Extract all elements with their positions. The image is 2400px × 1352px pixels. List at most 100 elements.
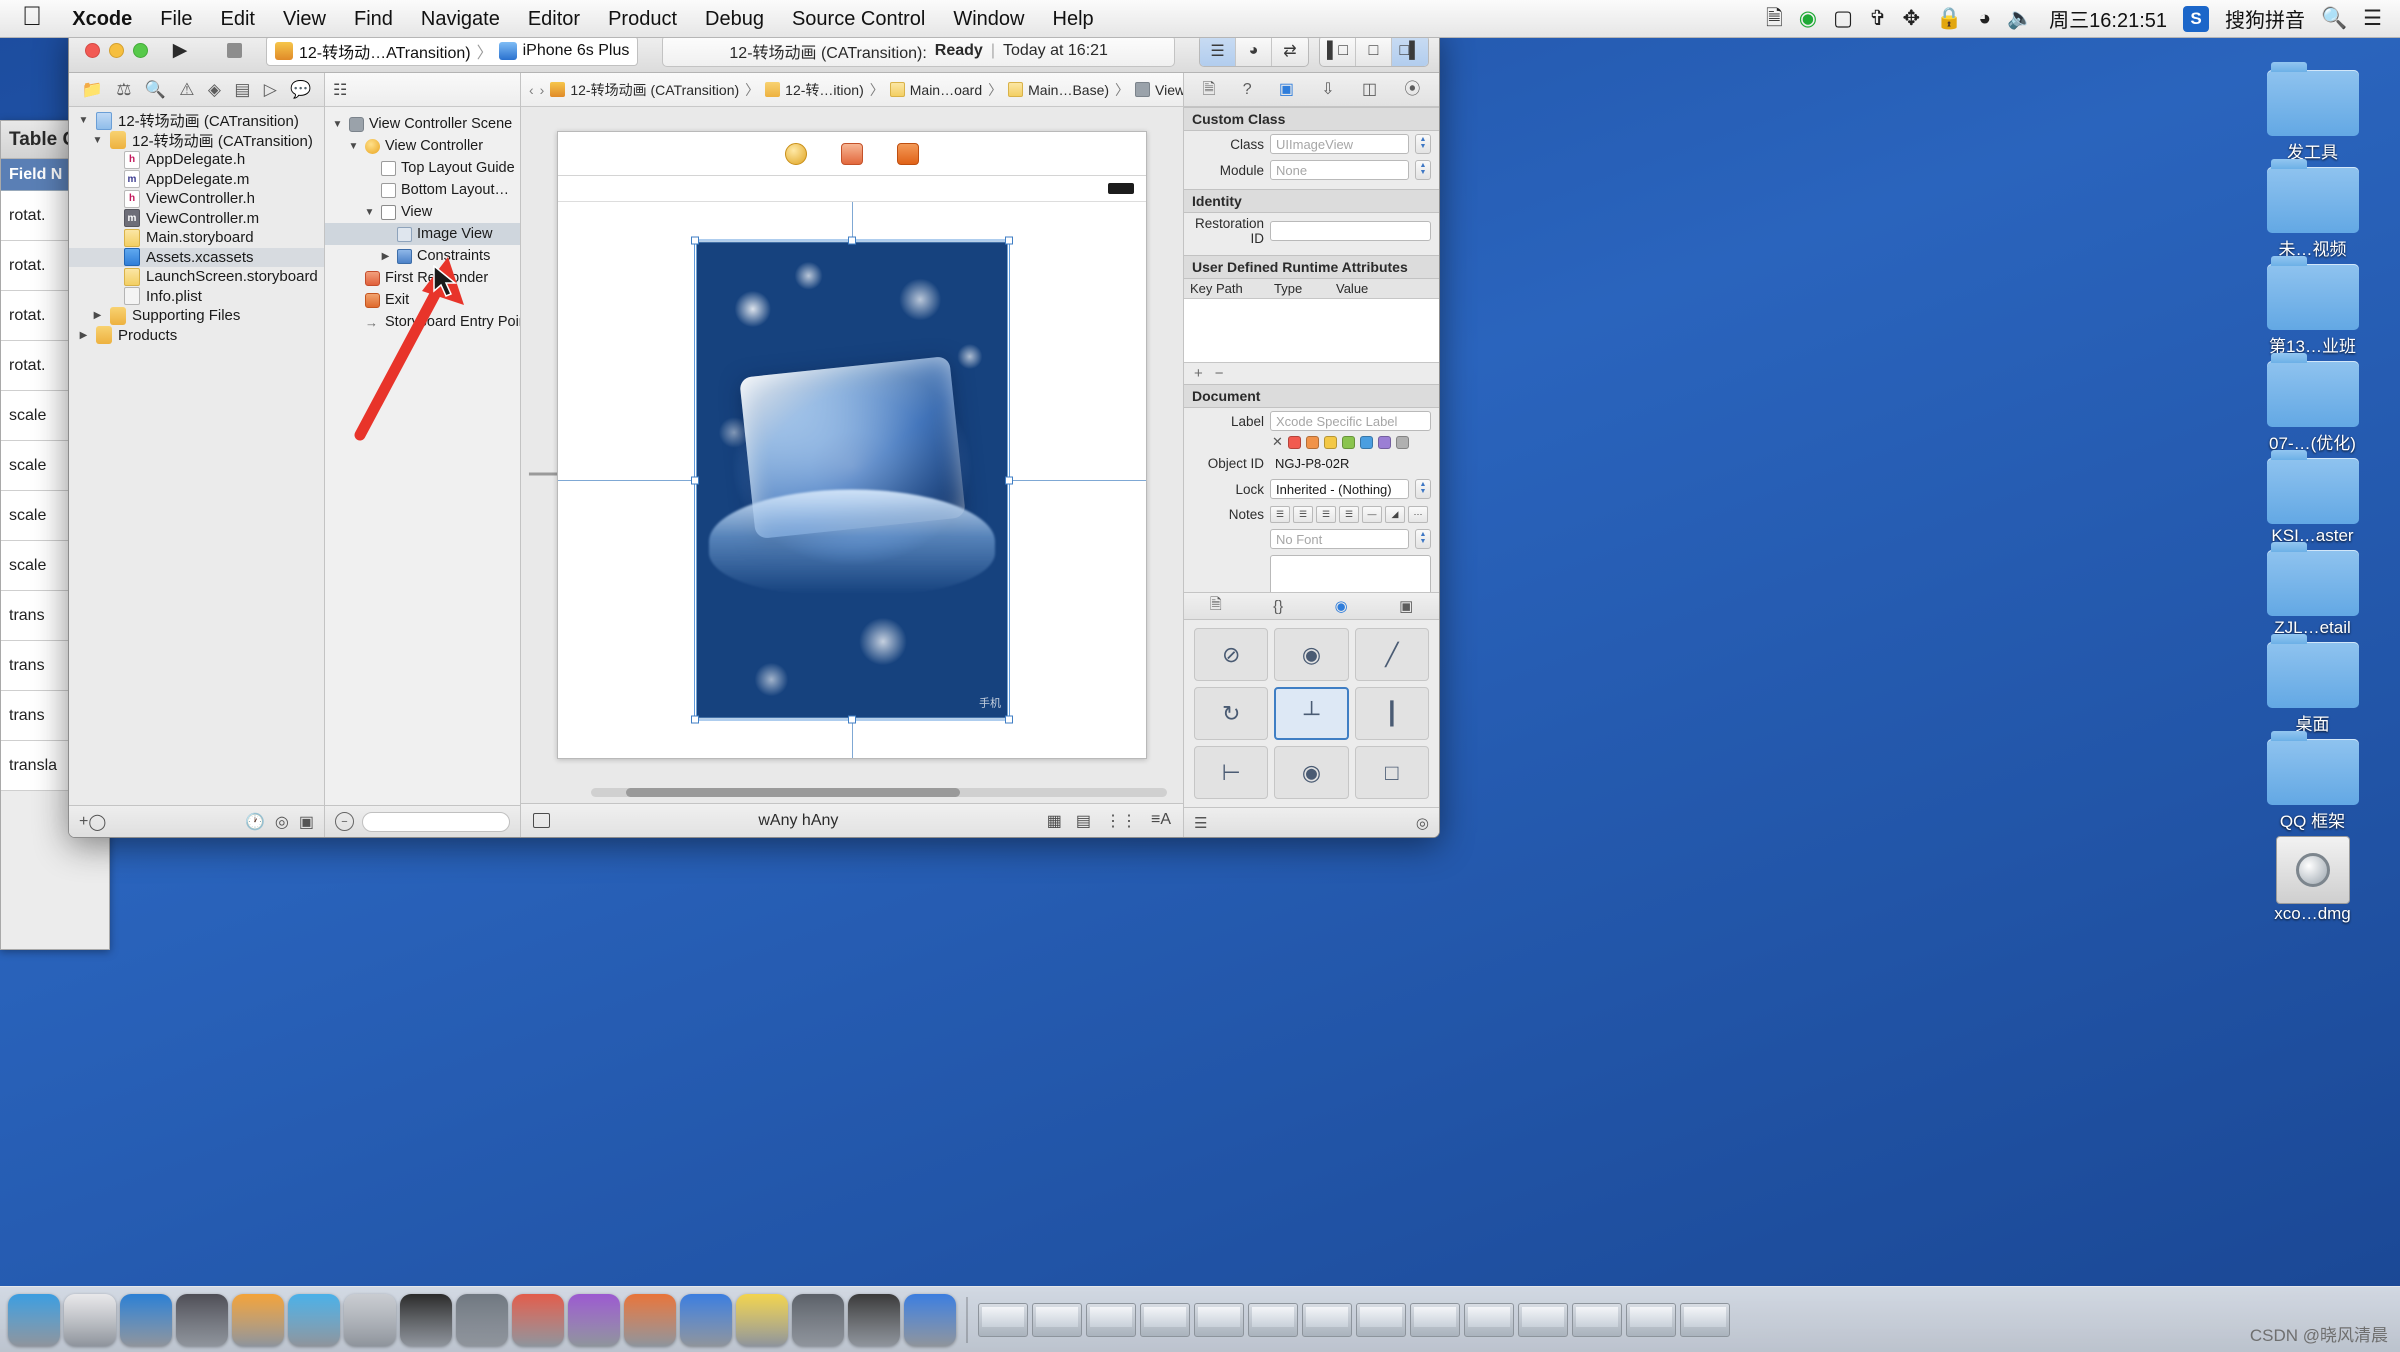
filter-icon[interactable]: ◯ — [88, 812, 106, 832]
code-snippet-library-icon[interactable]: {} — [1273, 598, 1283, 615]
dock-minimized-window[interactable] — [1086, 1302, 1136, 1337]
menu-help[interactable]: Help — [1039, 0, 1108, 38]
nav-item-info.plist[interactable]: ▶Info.plist — [69, 287, 324, 307]
tab-project-navigator[interactable]: 📁 — [82, 81, 103, 98]
canvas-horizontal-scrollbar[interactable] — [591, 788, 1167, 797]
constraint-none-icon[interactable]: ⊘ — [1194, 628, 1269, 681]
tab-test-navigator[interactable]: ◈ — [208, 81, 221, 98]
constraint-left-icon[interactable]: ⊢ — [1194, 746, 1269, 799]
tab-issue-navigator[interactable]: ⚠ — [179, 81, 194, 98]
navigator-tab-bar[interactable]: 📁 ⚖ 🔍 ⚠ ◈ ▤ ▷ 💬 — [69, 73, 324, 107]
constraint-radial-icon[interactable]: ◉ — [1274, 746, 1349, 799]
standard-editor-icon[interactable]: ☰ — [1200, 35, 1236, 66]
disclosure-open-icon[interactable]: ▼ — [91, 135, 104, 146]
chevron-right-icon[interactable]: › — [540, 82, 545, 98]
notes-dash-icon[interactable]: — — [1362, 505, 1382, 523]
outline-toggle-icon[interactable]: ☷ — [333, 80, 347, 100]
outline-item-bottom-layout-[interactable]: ▶Bottom Layout… — [325, 179, 520, 201]
label-color-swatch[interactable] — [1341, 435, 1355, 449]
label-color-swatch[interactable] — [1323, 435, 1337, 449]
class-stepper[interactable]: ▲ ▼ — [1415, 134, 1431, 154]
list-view-icon[interactable]: ☰ — [1194, 814, 1207, 832]
nav-item-12-catransition-[interactable]: ▼ 12-转场动画 (CATransition) — [69, 131, 324, 151]
dock-app-xcode-blue[interactable] — [680, 1293, 732, 1346]
search-icon[interactable]: 🔍 — [2321, 8, 2347, 29]
lock-field[interactable]: Inherited - (Nothing) — [1270, 479, 1409, 499]
screen-share-icon[interactable]: 🗎 — [1766, 8, 1783, 29]
source-control-filter-icon[interactable]: ◎ — [275, 812, 289, 832]
constraint-center-icon[interactable]: ◉ — [1274, 628, 1349, 681]
restoration-id-field[interactable] — [1270, 221, 1431, 241]
desktop-icon[interactable]: ZJL…etail — [2230, 542, 2395, 638]
unsaved-filter-icon[interactable]: ▣ — [299, 812, 314, 832]
align-icon[interactable]: ≡A — [1151, 811, 1171, 831]
jump-bar[interactable]: ‹ › 12-转场动画 (CATransition) 〉 12-转…ition) 〉 Mai… — [521, 73, 1183, 107]
disclosure-closed-icon[interactable]: ▶ — [77, 330, 90, 341]
tab-breakpoint-navigator[interactable]: ▷ — [264, 81, 277, 98]
runtime-attributes-table[interactable] — [1184, 299, 1439, 363]
dock-minimized-window[interactable] — [978, 1302, 1028, 1337]
disclosure-closed-icon[interactable]: ▶ — [91, 310, 104, 321]
dock-app-mission-control[interactable] — [176, 1293, 228, 1346]
menu-source-control[interactable]: Source Control — [778, 0, 939, 38]
desktop-icon[interactable]: 发工具 — [2230, 62, 2395, 163]
tab-source-control-navigator[interactable]: ⚖ — [116, 81, 131, 98]
dock-app-calculator[interactable] — [792, 1293, 844, 1346]
view-controller-scene-canvas[interactable]: 手机 — [557, 131, 1147, 759]
tab-debug-navigator[interactable]: ▤ — [234, 81, 250, 98]
view-controller-icon[interactable] — [785, 142, 807, 165]
stop-button[interactable] — [212, 36, 256, 66]
menu-edit[interactable]: Edit — [207, 0, 269, 38]
label-color-swatch[interactable] — [1377, 435, 1391, 449]
menu-editor[interactable]: Editor — [514, 0, 594, 38]
desktop-icon[interactable]: 第13…业班 — [2230, 256, 2395, 357]
nav-item-12-catransition-[interactable]: ▼ 12-转场动画 (CATransition) — [69, 111, 324, 131]
nav-item-assets.xcassets[interactable]: ▶Assets.xcassets — [69, 247, 324, 267]
dock-app-notes[interactable] — [736, 1293, 788, 1346]
dock-minimized-window[interactable] — [1302, 1302, 1352, 1337]
size-inspector-icon[interactable]: ◫ — [1362, 81, 1377, 98]
nav-item-launchscreen.storyboard[interactable]: ▶LaunchScreen.storyboard — [69, 267, 324, 287]
desktop-icon[interactable]: xco…dmg — [2230, 836, 2395, 924]
bluetooth-icon[interactable]: ✥ — [1903, 8, 1921, 29]
outline-item-constraints[interactable]: ▶ Constraints — [325, 245, 520, 267]
notes-list-icon[interactable]: ☰ — [1339, 505, 1359, 523]
exit-icon[interactable] — [897, 142, 919, 165]
outline-item-exit[interactable]: ▶Exit — [325, 289, 520, 311]
no-color-icon[interactable]: ✕ — [1272, 434, 1283, 450]
view-toggle-group[interactable]: ▌□ □ □▌ — [1319, 34, 1429, 67]
outline-filter-field[interactable] — [362, 811, 510, 832]
apple-menu-icon[interactable]:  — [0, 3, 58, 34]
connections-inspector-icon[interactable]: ⦿ — [1404, 81, 1420, 98]
minimize-button[interactable] — [109, 43, 124, 58]
inspector-tab-bar[interactable]: 🗎 ? ▣ ⇩ ◫ ⦿ — [1184, 73, 1439, 107]
dock-app-safari[interactable] — [120, 1293, 172, 1346]
nav-item-products[interactable]: ▶ Products — [69, 326, 324, 346]
notes-text-area[interactable] — [1270, 555, 1431, 592]
dock-app-preview[interactable] — [344, 1293, 396, 1346]
dock-app-finder[interactable] — [8, 1293, 60, 1346]
tab-symbol-navigator[interactable]: 🔍 — [145, 81, 166, 98]
desktop-icon[interactable]: 桌面 — [2230, 634, 2395, 735]
dock-app-sketch-blue[interactable] — [288, 1293, 340, 1346]
quick-help-icon[interactable]: ? — [1243, 81, 1252, 98]
plus-icon[interactable]: + — [1194, 365, 1203, 382]
desktop-icon[interactable]: KSI…aster — [2230, 450, 2395, 546]
dock-app-photos[interactable] — [232, 1293, 284, 1346]
lock-stepper[interactable]: ▲ ▼ — [1415, 479, 1431, 499]
interface-builder-canvas[interactable]: ⟶ 手机 — [521, 107, 1183, 803]
debug-area-toggle-icon[interactable]: □ — [1356, 35, 1392, 66]
airplane-icon[interactable]: ✞ — [1869, 8, 1887, 29]
filter-icon[interactable]: ◎ — [1416, 814, 1429, 832]
tab-report-navigator[interactable]: 💬 — [290, 81, 311, 98]
notes-bold-icon[interactable]: ☰ — [1270, 505, 1290, 523]
notes-color-icon[interactable]: ◢ — [1385, 505, 1405, 523]
auto-layout-buttons[interactable]: ▦ ▤ ⋮⋮ ≡A — [1047, 811, 1171, 831]
menu-xcode[interactable]: Xcode — [58, 0, 146, 38]
dock-app-launchpad[interactable] — [64, 1293, 116, 1346]
outline-item-top-layout-guide[interactable]: ▶Top Layout Guide — [325, 157, 520, 179]
desktop-icon[interactable]: QQ 框架 — [2230, 731, 2395, 832]
root-view[interactable]: 手机 — [558, 202, 1146, 758]
disclosure-open-icon[interactable]: ▼ — [363, 207, 376, 218]
file-inspector-icon[interactable]: 🗎 — [1203, 81, 1216, 98]
